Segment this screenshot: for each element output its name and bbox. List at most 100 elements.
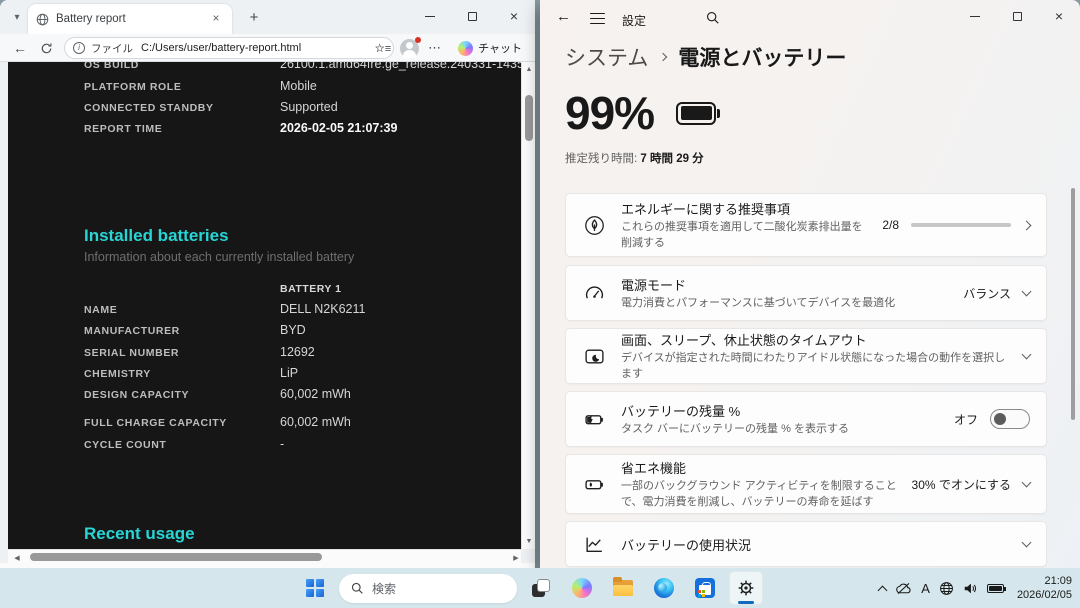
address-bar[interactable]: i ファイル C:/Users/user/battery-report.html… [64, 37, 394, 59]
search-icon [351, 582, 364, 595]
energy-progress-bar [911, 223, 1011, 227]
settings-minimize-button[interactable] [954, 0, 996, 32]
battery-column-header: BATTERY 1 [280, 283, 341, 295]
refresh-icon [40, 42, 53, 55]
browser-tabstrip: ▾ Battery report × + × [0, 0, 535, 34]
report-row: FULL CHARGE CAPACITY 60,002 mWh [8, 414, 521, 435]
browser-close-button[interactable]: × [493, 0, 535, 32]
taskbar-search[interactable]: 検索 [339, 574, 517, 603]
card-energy-saver[interactable]: 省エネ機能 一部のバックグラウンド アクティビティを制限することで、電力消費を削… [565, 454, 1047, 514]
chevron-down-icon[interactable] [1022, 477, 1032, 487]
new-tab-button[interactable]: + [244, 8, 264, 28]
report-label: CONNECTED STANDBY [84, 102, 214, 114]
task-view-button[interactable] [524, 571, 558, 605]
remaining-value: 7 時間 29 分 [640, 153, 703, 165]
vertical-scroll-thumb[interactable] [525, 95, 533, 141]
report-value: 12692 [280, 345, 315, 359]
speedometer-icon [584, 283, 608, 304]
tab-close-icon[interactable]: × [208, 11, 224, 27]
report-label: DESIGN CAPACITY [84, 389, 189, 401]
card-subtitle: 電力消費とパフォーマンスに基づいてデバイスを最適化 [621, 296, 953, 312]
report-label: FULL CHARGE CAPACITY [84, 417, 227, 429]
report-value: 26100.1.amd64fre.ge_release.240331-1435 [280, 62, 521, 71]
maximize-icon [1013, 12, 1022, 21]
settings-search-icon[interactable] [706, 11, 720, 30]
card-battery-usage[interactable]: バッテリーの使用状況 [565, 521, 1047, 567]
scroll-up-icon[interactable]: ▲ [522, 66, 536, 73]
tray-battery-icon[interactable] [987, 584, 1004, 593]
store-button[interactable] [688, 571, 722, 605]
report-label: CYCLE COUNT [84, 439, 166, 451]
scroll-right-icon[interactable]: ▶ [509, 554, 523, 562]
report-label: PLATFORM ROLE [84, 81, 181, 93]
browser-minimize-button[interactable] [409, 0, 451, 32]
horizontal-scroll-thumb[interactable] [30, 553, 322, 561]
breadcrumb-system[interactable]: システム [565, 42, 648, 72]
tray-overflow-chevron-icon[interactable] [878, 585, 888, 595]
horizontal-scrollbar[interactable]: ◀ ▶ [8, 549, 521, 563]
browser-maximize-button[interactable] [451, 0, 493, 32]
settings-maximize-button[interactable] [996, 0, 1038, 32]
vertical-scrollbar[interactable]: ▲ ▼ [521, 62, 535, 549]
tray-clock[interactable]: 21:09 2026/02/05 [1017, 574, 1072, 603]
copilot-chat-button[interactable]: チャット [451, 38, 529, 58]
breadcrumb-separator-icon [659, 53, 667, 61]
report-label: MANUFACTURER [84, 325, 180, 337]
settings-taskbar-button[interactable] [729, 571, 763, 605]
chevron-right-icon [1022, 220, 1032, 230]
globe-favicon-icon [36, 13, 49, 26]
onedrive-paused-icon[interactable] [895, 582, 912, 595]
navigation-menu-icon[interactable] [590, 13, 605, 24]
toggle-state-label: オフ [954, 411, 978, 428]
remaining-label: 推定残り時間: [565, 153, 637, 165]
browser-toolbar: ← i ファイル C:/Users/user/battery-report.ht… [0, 34, 535, 62]
energy-saver-value[interactable]: 30% でオンにする [912, 476, 1011, 493]
browser-menu-icon[interactable]: ⋯ [428, 40, 442, 56]
chevron-down-icon[interactable] [1022, 286, 1032, 296]
task-view-icon [532, 579, 550, 597]
scroll-down-icon[interactable]: ▼ [522, 538, 536, 545]
report-row: CYCLE COUNT - [8, 436, 521, 457]
installed-batteries-title: Installed batteries [84, 226, 229, 246]
address-url[interactable]: C:/Users/user/battery-report.html [141, 42, 374, 54]
settings-scrollbar-thumb[interactable] [1071, 188, 1075, 420]
report-row: PLATFORM ROLE Mobile [8, 78, 521, 99]
report-label: CHEMISTRY [84, 368, 151, 380]
file-explorer-button[interactable] [606, 571, 640, 605]
recent-usage-title: Recent usage [84, 524, 195, 544]
address-protocol: ファイル [91, 41, 133, 56]
maximize-icon [468, 12, 477, 21]
settings-back-button[interactable]: ← [556, 8, 571, 25]
report-value: 60,002 mWh [280, 415, 351, 429]
ime-indicator[interactable]: A [921, 581, 930, 596]
browser-tab[interactable]: Battery report × [28, 4, 232, 34]
card-power-mode[interactable]: 電源モード 電力消費とパフォーマンスに基づいてデバイスを最適化 バランス [565, 265, 1047, 321]
chevron-down-icon[interactable] [1022, 537, 1032, 547]
back-button[interactable]: ← [10, 38, 30, 58]
start-button[interactable] [298, 571, 332, 605]
battery-percent: 99% [565, 86, 654, 140]
copilot-taskbar-button[interactable] [565, 571, 599, 605]
collections-icon[interactable]: ☆≡ [375, 42, 391, 55]
card-battery-percent[interactable]: バッテリーの残量 % タスク バーにバッテリーの残量 % を表示する オフ [565, 391, 1047, 447]
folder-icon [613, 580, 633, 596]
edge-button[interactable] [647, 571, 681, 605]
close-icon: × [1055, 9, 1063, 23]
settings-titlebar: ← 設定 × [540, 0, 1080, 38]
page-title: 電源とバッテリー [678, 42, 846, 72]
page-info-icon[interactable]: i [73, 42, 85, 54]
chevron-down-icon[interactable] [1022, 349, 1032, 359]
report-value: - [280, 437, 284, 451]
power-mode-value[interactable]: バランス [963, 285, 1011, 302]
tab-search-chevron-icon[interactable]: ▾ [8, 9, 26, 27]
network-globe-icon[interactable] [939, 581, 954, 596]
refresh-button[interactable] [36, 38, 56, 58]
card-energy-recommendations[interactable]: エネルギーに関する推奨事項 これらの推奨事項を適用して二酸化炭素排出量を削減する… [565, 193, 1047, 257]
profile-avatar[interactable] [400, 39, 419, 58]
battery-percent-toggle[interactable] [990, 409, 1030, 429]
settings-app-title: 設定 [622, 12, 646, 29]
settings-close-button[interactable]: × [1038, 0, 1080, 32]
volume-icon[interactable] [963, 582, 978, 595]
scroll-left-icon[interactable]: ◀ [10, 554, 24, 562]
card-screen-sleep-timeouts[interactable]: 画面、スリープ、休止状態のタイムアウト デバイスが指定された時間にわたりアイドル… [565, 328, 1047, 384]
